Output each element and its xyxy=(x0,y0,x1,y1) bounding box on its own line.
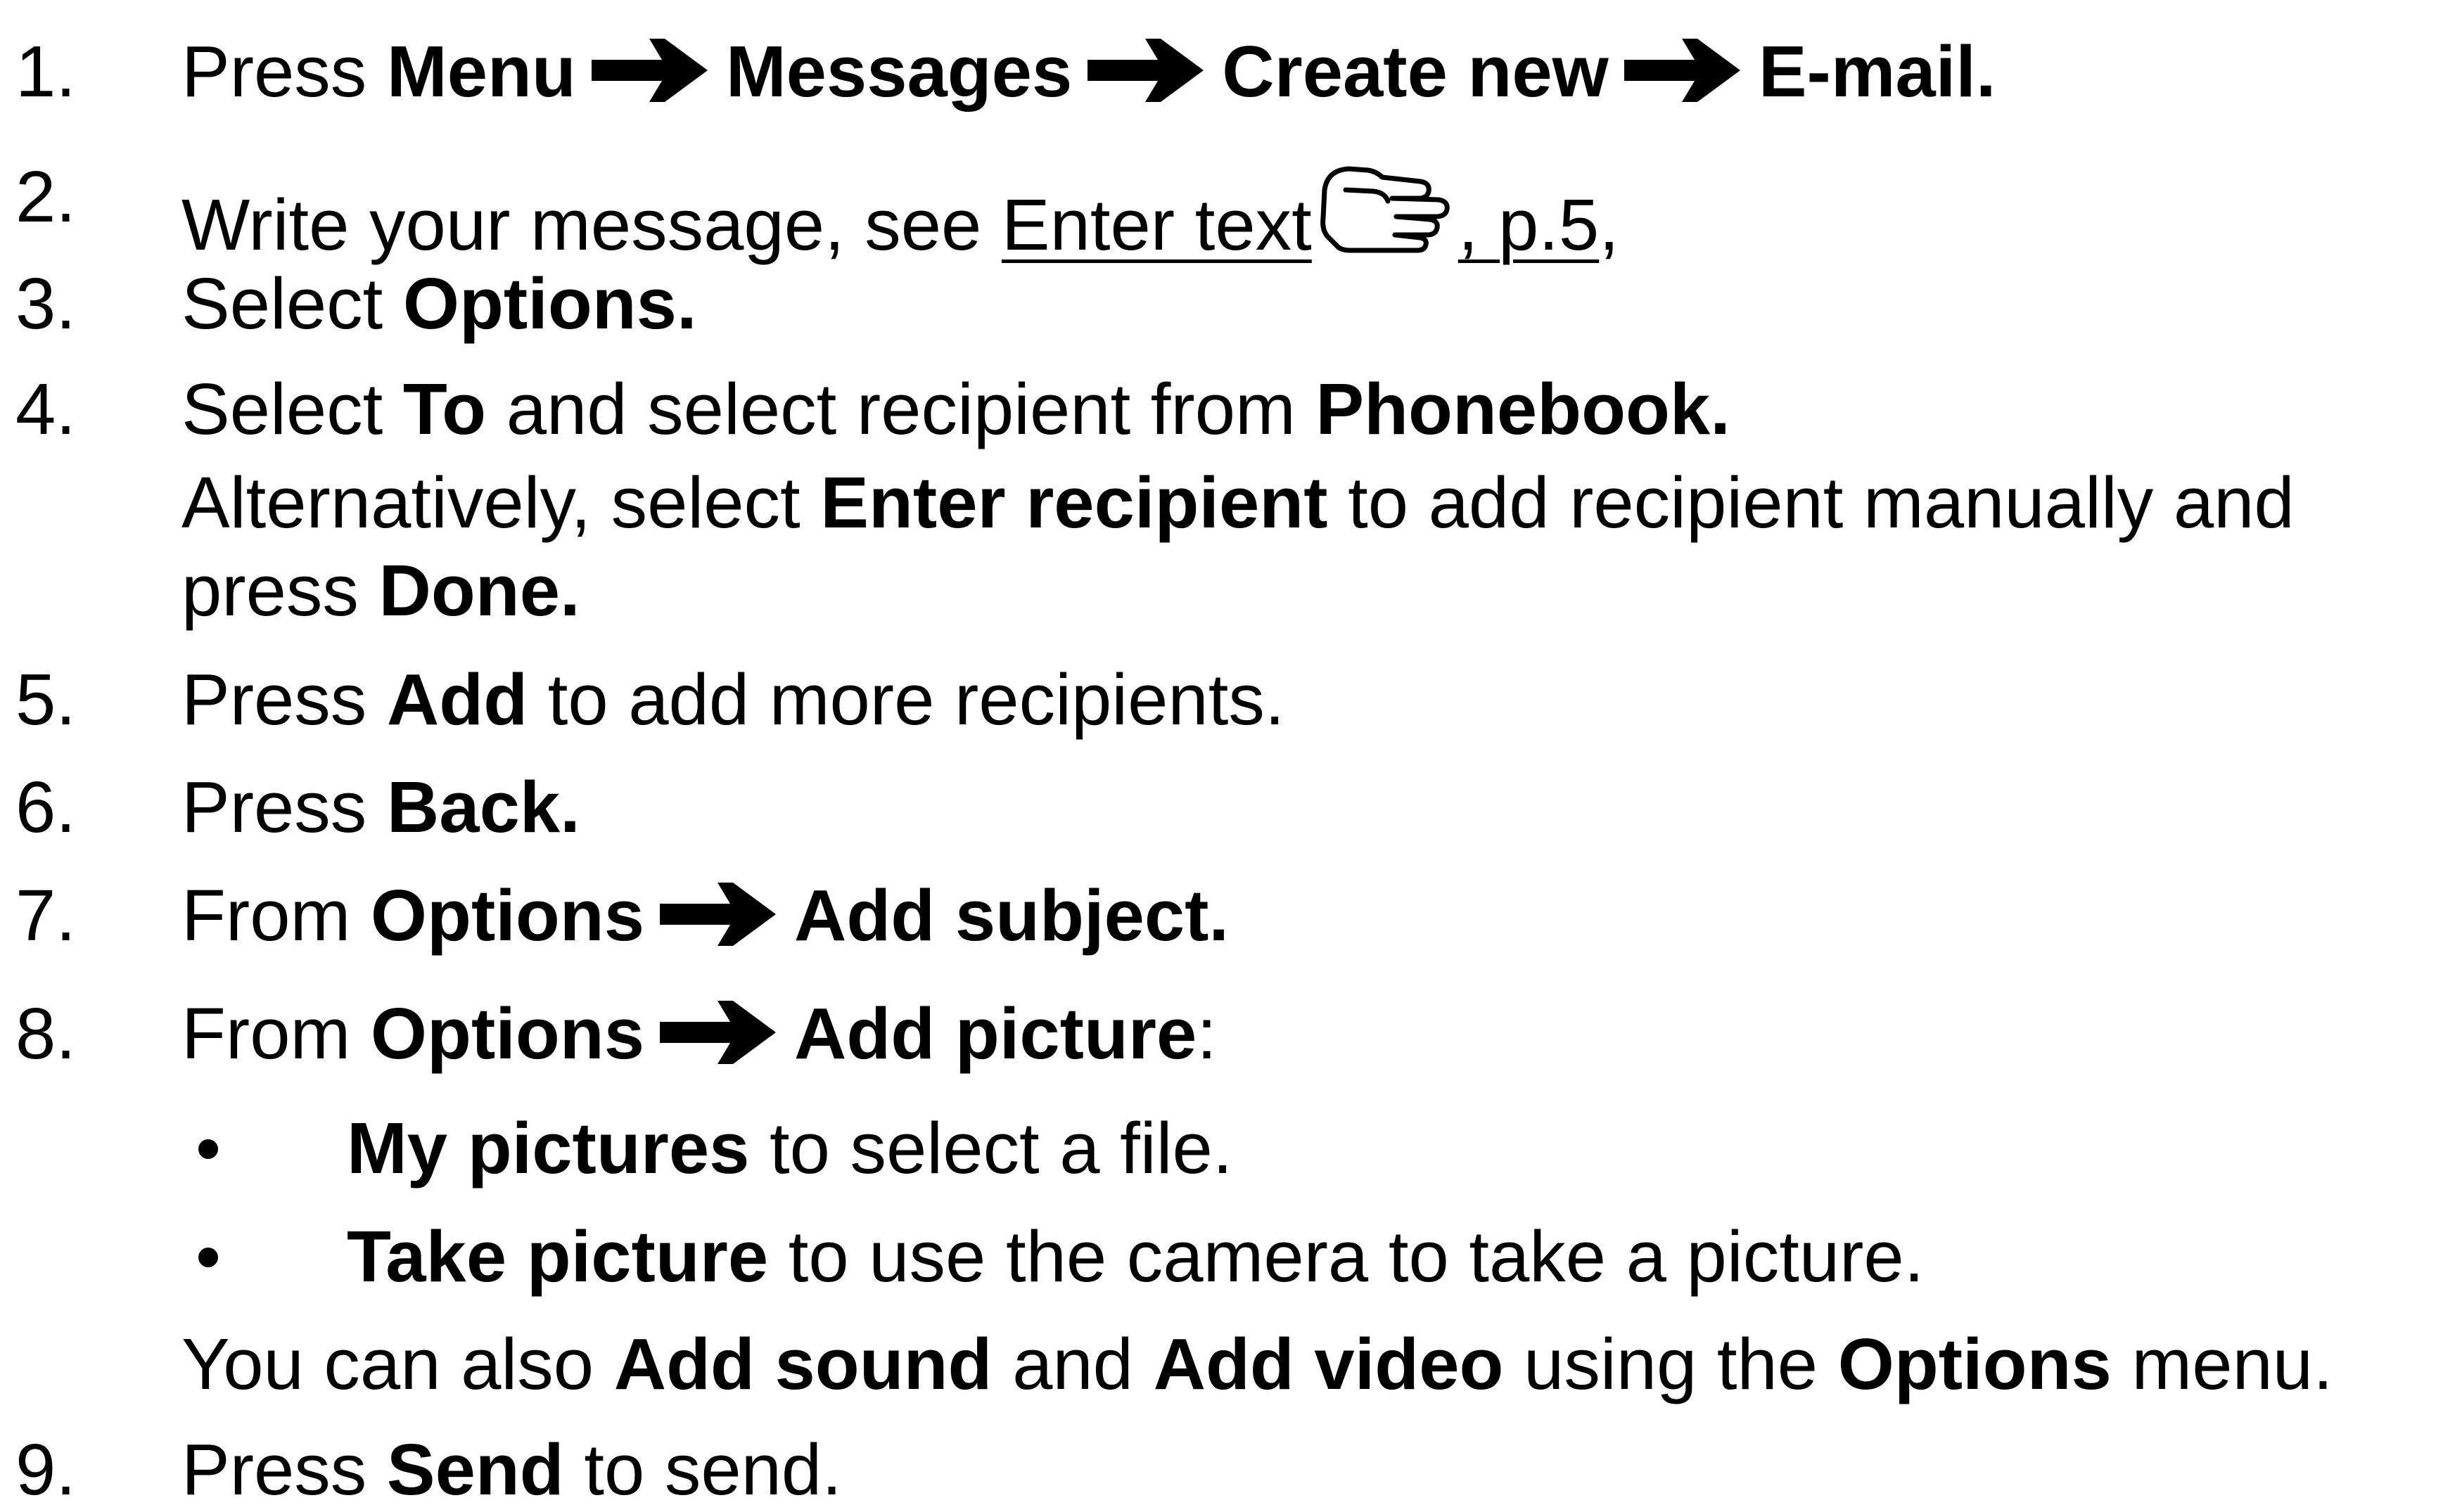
bullet-text: My pictures to select a file. xyxy=(347,1108,1233,1189)
note-text: You can also Add sound and Add video usi… xyxy=(181,1324,2333,1404)
send-term: Send xyxy=(386,1429,564,1510)
add-subject-term: Add subject. xyxy=(794,875,1230,956)
step-number: 9. xyxy=(15,1429,76,1510)
step-number: 8. xyxy=(15,993,76,1074)
right-arrow-icon xyxy=(660,1000,776,1064)
options-term: Options xyxy=(370,875,644,956)
step-text: From Options Add picture: xyxy=(181,993,1217,1074)
options-term: Options xyxy=(1837,1324,2112,1404)
step-number: 2. xyxy=(15,156,76,237)
step-number: 1. xyxy=(15,31,76,112)
take-picture-term: Take picture xyxy=(347,1216,769,1297)
instructions-document: 1. Press Menu Messages Create new E-mail. 2… xyxy=(0,0,2462,1510)
step-text: Alternatively, select Enter recipient to… xyxy=(181,462,2295,543)
step-text: Select Options. xyxy=(181,263,697,344)
step-text: Select To and select recipient from Phon… xyxy=(181,369,1730,449)
right-arrow-icon xyxy=(1088,38,1204,102)
email-term: E-mail. xyxy=(1758,31,1996,112)
add-video-term: Add video xyxy=(1153,1324,1504,1404)
add-sound-term: Add sound xyxy=(613,1324,993,1404)
step-text: Press Back. xyxy=(181,767,580,847)
right-arrow-icon xyxy=(591,38,708,102)
to-term: To xyxy=(402,369,487,449)
my-pictures-term: My pictures xyxy=(347,1108,750,1189)
done-term: Done. xyxy=(378,550,580,631)
step-number: 4. xyxy=(15,369,76,449)
bullet-icon: • xyxy=(196,1216,222,1297)
step-number: 6. xyxy=(15,767,76,847)
step-text: From Options Add subject. xyxy=(181,875,1230,956)
add-term: Add xyxy=(386,659,528,740)
messages-term: Messages xyxy=(725,31,1073,112)
options-term: Options. xyxy=(402,263,697,344)
options-term: Options xyxy=(370,993,644,1074)
bullet-icon: • xyxy=(196,1108,222,1189)
right-arrow-icon xyxy=(660,882,776,946)
pointing-hand-icon xyxy=(1318,162,1458,257)
right-arrow-icon xyxy=(1624,38,1740,102)
step-text: press Done. xyxy=(181,550,580,631)
phonebook-term: Phonebook. xyxy=(1315,369,1730,449)
step-text: Press Menu Messages Create new E-mail. xyxy=(181,31,1996,112)
step-number: 7. xyxy=(15,875,76,956)
add-picture-term: Add picture xyxy=(794,993,1197,1074)
step-text: Press Add to add more recipients. xyxy=(181,659,1285,740)
step-text: Press Send to send. xyxy=(181,1429,842,1510)
step-number: 3. xyxy=(15,263,76,344)
back-term: Back. xyxy=(386,767,580,847)
enter-recipient-term: Enter recipient xyxy=(820,462,1328,543)
step-number: 5. xyxy=(15,659,76,740)
menu-term: Menu xyxy=(386,31,576,112)
step-text: Write your message, see Enter text, p.5, xyxy=(181,155,1619,267)
enter-text-link[interactable]: Enter text, p.5 xyxy=(1002,166,1599,265)
create-new-term: Create new xyxy=(1222,31,1609,112)
bullet-text: Take picture to use the camera to take a… xyxy=(347,1216,1925,1297)
